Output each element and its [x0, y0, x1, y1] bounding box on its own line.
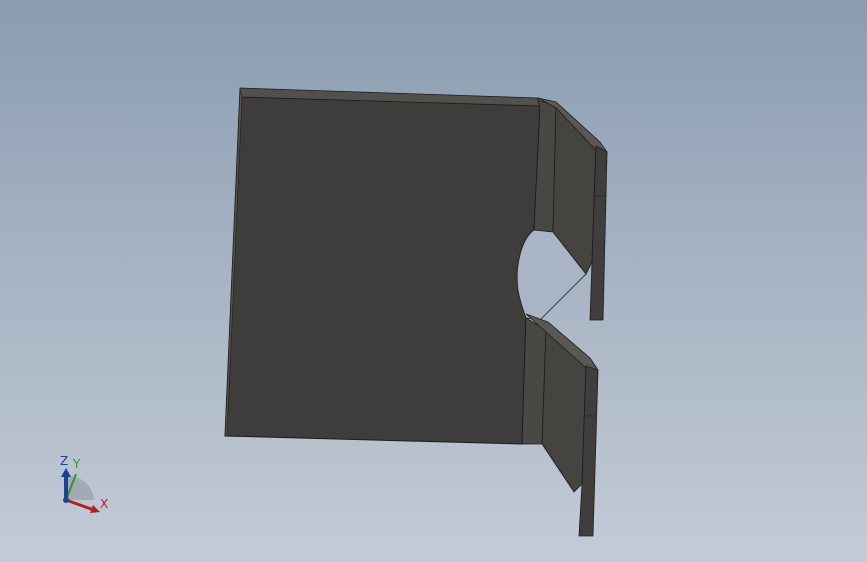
- axis-x-label: X: [100, 497, 109, 511]
- axis-y-label: Y: [73, 457, 81, 471]
- axis-z-label: Z: [60, 454, 69, 468]
- graphics-viewport[interactable]: Z Y X: [0, 0, 867, 562]
- x-axis-arrowhead: [90, 505, 100, 513]
- sheet-metal-part[interactable]: [0, 0, 867, 562]
- z-axis-arrowhead: [61, 468, 71, 477]
- part-main-face[interactable]: [224, 89, 541, 445]
- triad-origin: [63, 497, 69, 503]
- x-axis-icon: [65, 498, 95, 512]
